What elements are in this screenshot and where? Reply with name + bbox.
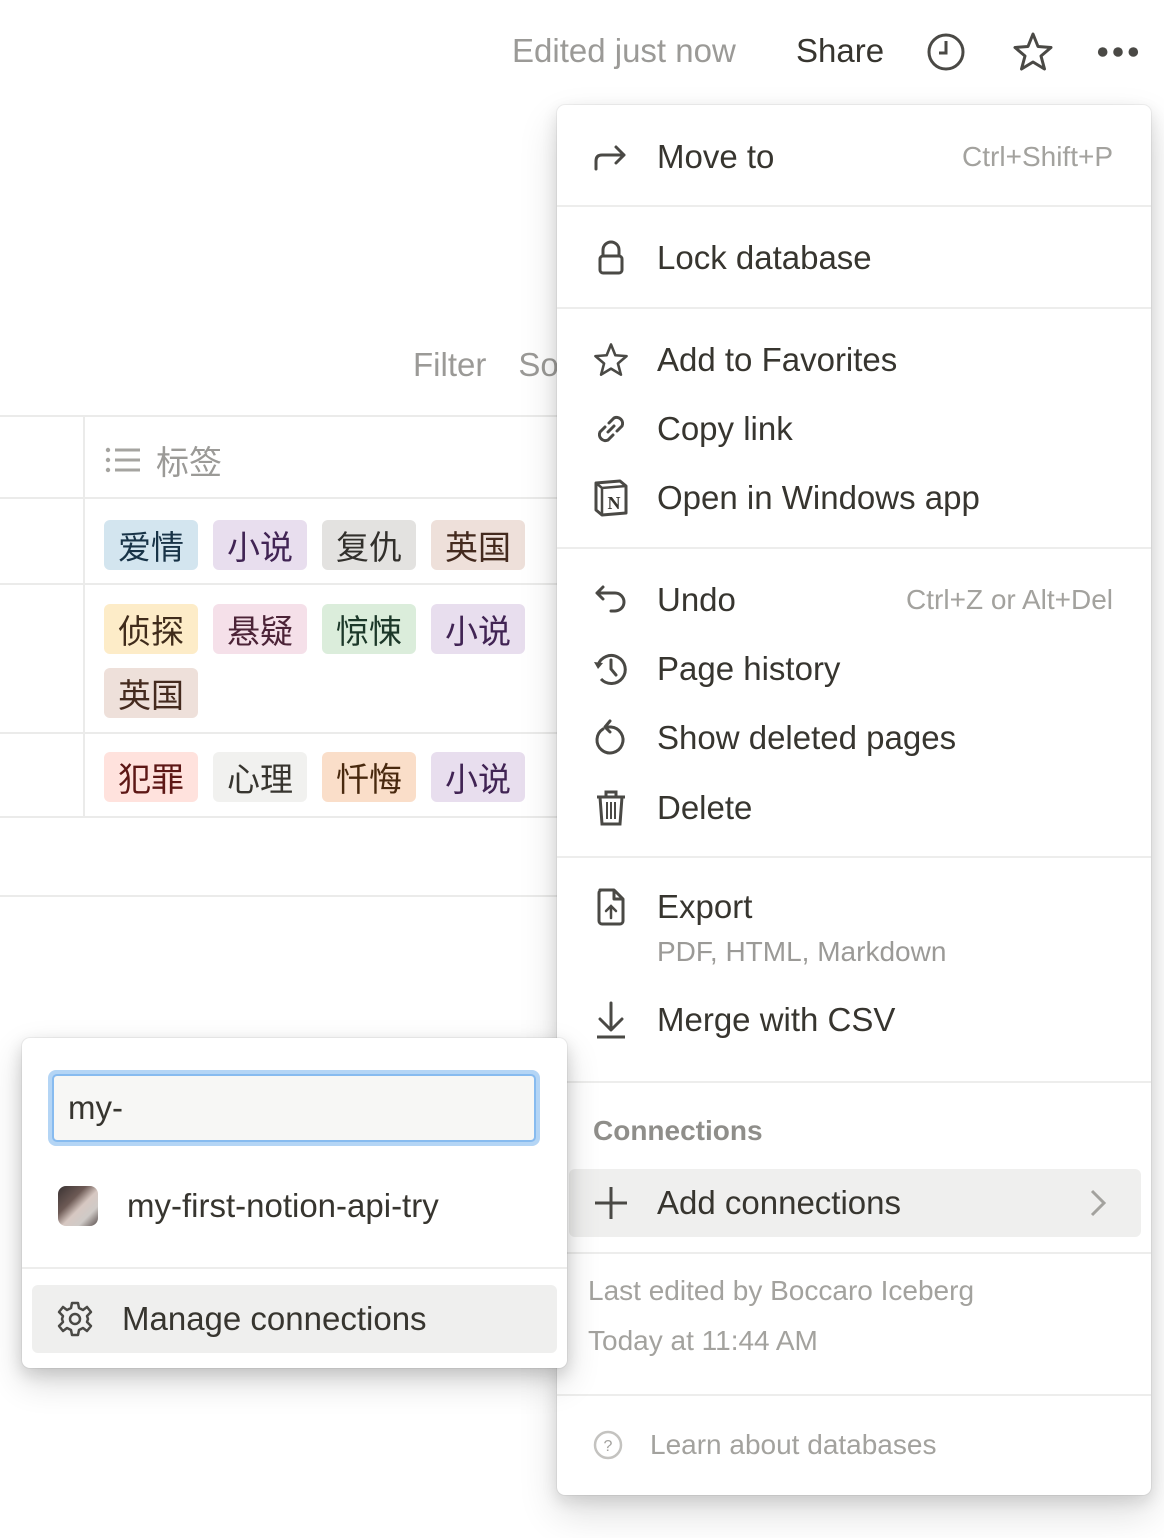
column-header-label: 标签 [156,444,222,481]
tag-pill: 心理 [213,752,307,802]
history-icon [591,649,631,689]
menu-divider [557,547,1151,549]
connection-result-item[interactable]: my-first-notion-api-try [32,1174,557,1238]
export-file-icon [591,887,631,927]
svg-text:N: N [608,493,621,513]
updates-button[interactable] [924,30,968,74]
manage-connections-label: Manage connections [122,1300,427,1337]
tag-pill: 犯罪 [104,752,198,802]
menu-item-label: Delete [657,789,753,826]
search-focus-ring [48,1070,540,1146]
tag-pill: 爱情 [104,520,198,570]
tag-pill: 复仇 [322,520,416,570]
export-formats: PDF, HTML, Markdown [657,936,947,967]
menu-item-copy-link[interactable]: Copy link [569,398,1141,460]
menu-item-undo[interactable]: Undo Ctrl+Z or Alt+Del [569,569,1141,631]
menu-item-label: Lock database [657,239,872,276]
shortcut-hint: Ctrl+Z or Alt+Del [906,584,1113,615]
sort-button[interactable]: So [518,346,558,383]
link-icon [591,409,631,449]
menu-divider [557,1081,1151,1083]
column-divider [83,417,85,816]
tags-cell-row-1[interactable]: 爱情 小说 复仇 英国 [104,520,564,570]
menu-item-page-history[interactable]: Page history [569,638,1141,700]
chevron-right-icon [1090,1189,1107,1217]
list-icon [105,447,140,473]
learn-about-databases-link[interactable]: ? Learn about databases [593,1429,936,1461]
menu-item-move-to[interactable]: Move to Ctrl+Shift+P [569,126,1141,188]
menu-item-merge-with-csv[interactable]: Merge with CSV [569,989,1141,1051]
download-arrow-icon [591,1000,631,1040]
menu-divider [557,205,1151,207]
tag-pill: 侦探 [104,604,198,654]
filter-button[interactable]: Filter [413,346,486,383]
last-edited-time: Today at 11:44 AM [588,1325,818,1356]
database-options-menu: Move to Ctrl+Shift+P Lock database Add t… [557,105,1151,1495]
arrow-turn-right-icon [591,137,631,177]
undo-icon [591,580,631,620]
menu-divider [557,1252,1151,1254]
menu-item-label: Show deleted pages [657,719,957,756]
tags-cell-row-3[interactable]: 犯罪 心理 忏悔 小说 [104,752,564,802]
connection-name: my-first-notion-api-try [127,1187,439,1224]
clock-icon [927,33,965,71]
menu-item-label: Page history [657,650,841,687]
menu-item-label: Add connections [657,1184,902,1221]
notion-logo-icon: N [591,478,631,518]
gear-icon [57,1301,93,1337]
tag-pill: 小说 [431,752,525,802]
menu-divider [557,307,1151,309]
tag-pill: 英国 [431,520,525,570]
menu-divider [557,856,1151,858]
integration-avatar [58,1186,98,1226]
menu-item-label: Open in Windows app [657,479,980,516]
menu-item-label: Export [657,888,753,925]
popup-divider [22,1267,567,1269]
tags-cell-row-2[interactable]: 侦探 悬疑 惊悚 小说英国 [104,604,564,718]
menu-item-delete[interactable]: Delete [569,777,1141,839]
tag-pill: 小说 [213,520,307,570]
table-border [0,816,560,818]
add-connections-popup: my-first-notion-api-try Manage connectio… [22,1038,567,1368]
tag-pill: 忏悔 [322,752,416,802]
star-icon [591,340,631,380]
menu-item-add-connections[interactable]: Add connections [569,1169,1141,1237]
connections-section-header: Connections [593,1115,763,1146]
plus-icon [591,1183,631,1223]
more-icon [1097,47,1139,57]
menu-item-show-deleted-pages[interactable]: Show deleted pages [569,707,1141,769]
shortcut-hint: Ctrl+Shift+P [962,141,1113,172]
more-button[interactable] [1096,30,1140,74]
menu-item-label: Undo [657,581,736,618]
favorite-button[interactable] [1011,30,1055,74]
tag-pill: 悬疑 [213,604,307,654]
lock-icon [591,238,631,278]
restore-icon [591,718,631,758]
menu-item-open-in-app[interactable]: N Open in Windows app [569,467,1141,529]
learn-link-label: Learn about databases [650,1429,937,1460]
menu-item-label: Move to [657,138,775,175]
menu-item-lock-database[interactable]: Lock database [569,227,1141,289]
menu-item-add-to-favorites[interactable]: Add to Favorites [569,329,1141,391]
edited-status: Edited just now [512,32,736,69]
share-button[interactable]: Share [796,32,884,70]
star-icon [1013,32,1053,71]
trash-icon [591,788,631,828]
tag-pill: 英国 [104,668,198,718]
last-edited-by: Last edited by Boccaro Iceberg [588,1275,975,1306]
tag-pill: 小说 [431,604,525,654]
menu-item-label: Copy link [657,410,793,447]
table-border [0,895,560,897]
connections-search-input[interactable] [52,1074,536,1142]
menu-item-label: Add to Favorites [657,341,898,378]
manage-connections-button[interactable]: Manage connections [32,1285,557,1353]
menu-item-label: Merge with CSV [657,1001,896,1038]
page-topbar: Edited just now Share [0,22,1164,82]
column-header-tags[interactable]: 标签 [104,436,222,484]
menu-item-export[interactable]: Export [569,876,1141,938]
menu-divider [557,1394,1151,1396]
tag-pill: 惊悚 [322,604,416,654]
help-icon: ? [593,1430,623,1460]
svg-text:?: ? [604,1438,613,1455]
